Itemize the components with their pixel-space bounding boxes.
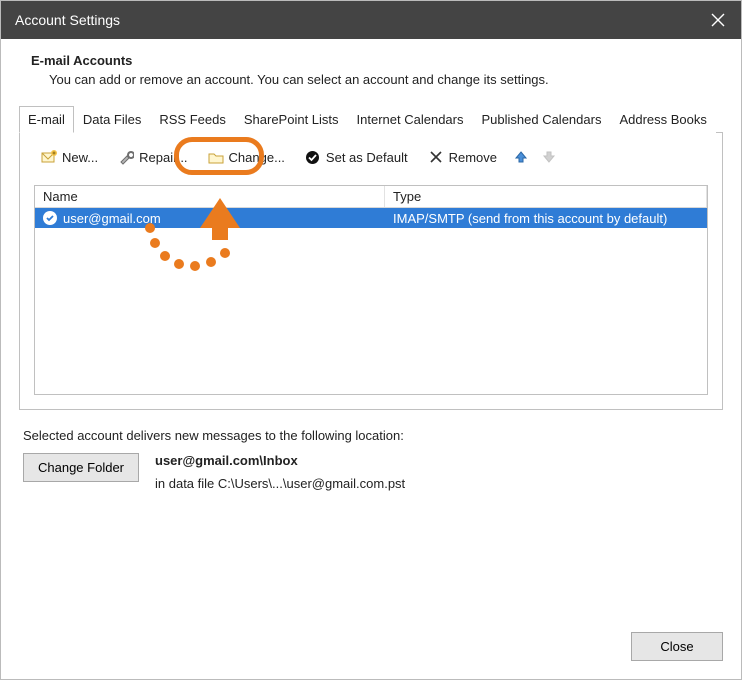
delivery-location: user@gmail.com\Inbox bbox=[155, 453, 405, 468]
change-account-button[interactable]: Change... bbox=[201, 145, 292, 169]
new-mail-icon bbox=[41, 149, 57, 165]
default-account-marker-icon bbox=[43, 211, 57, 225]
header-section: E-mail Accounts You can add or remove an… bbox=[1, 39, 741, 105]
page-subtitle: You can add or remove an account. You ca… bbox=[31, 72, 719, 87]
tabs: E-mail Data Files RSS Feeds SharePoint L… bbox=[1, 105, 741, 133]
move-down-button[interactable] bbox=[538, 145, 560, 169]
change-folder-button[interactable]: Change Folder bbox=[23, 453, 139, 482]
remove-icon bbox=[428, 149, 444, 165]
repair-icon bbox=[118, 149, 134, 165]
tab-rss-feeds[interactable]: RSS Feeds bbox=[150, 106, 234, 133]
change-account-label: Change... bbox=[229, 150, 285, 165]
column-header-name[interactable]: Name bbox=[35, 186, 385, 207]
account-type: IMAP/SMTP (send from this account by def… bbox=[385, 211, 707, 226]
dialog-footer: Close bbox=[1, 618, 741, 679]
grid-header: Name Type bbox=[35, 186, 707, 208]
tab-panel-email: New... Repair... Change... Set as Defaul… bbox=[19, 133, 723, 410]
folder-icon bbox=[208, 149, 224, 165]
account-settings-window: Account Settings E-mail Accounts You can… bbox=[0, 0, 742, 680]
accounts-grid: Name Type user@gmail.com IMAP/SMTP (send… bbox=[34, 185, 708, 395]
tab-data-files[interactable]: Data Files bbox=[74, 106, 151, 133]
close-icon[interactable] bbox=[709, 11, 727, 29]
delivery-caption: Selected account delivers new messages t… bbox=[23, 428, 719, 443]
account-name: user@gmail.com bbox=[63, 211, 161, 226]
delivery-section: Selected account delivers new messages t… bbox=[1, 410, 741, 495]
set-default-button[interactable]: Set as Default bbox=[298, 145, 415, 169]
set-default-label: Set as Default bbox=[326, 150, 408, 165]
tab-sharepoint-lists[interactable]: SharePoint Lists bbox=[235, 106, 348, 133]
check-circle-icon bbox=[305, 149, 321, 165]
close-button[interactable]: Close bbox=[631, 632, 723, 661]
delivery-datafile: in data file C:\Users\...\user@gmail.com… bbox=[155, 476, 405, 491]
toolbar: New... Repair... Change... Set as Defaul… bbox=[34, 145, 708, 169]
tab-internet-calendars[interactable]: Internet Calendars bbox=[348, 106, 473, 133]
arrow-down-icon bbox=[541, 149, 557, 165]
new-account-button[interactable]: New... bbox=[34, 145, 105, 169]
tab-address-books[interactable]: Address Books bbox=[610, 106, 715, 133]
remove-account-button[interactable]: Remove bbox=[421, 145, 504, 169]
window-title: Account Settings bbox=[15, 12, 120, 28]
column-header-type[interactable]: Type bbox=[385, 186, 707, 207]
new-account-label: New... bbox=[62, 150, 98, 165]
move-up-button[interactable] bbox=[510, 145, 532, 169]
delivery-info: user@gmail.com\Inbox in data file C:\Use… bbox=[155, 453, 405, 491]
tab-email[interactable]: E-mail bbox=[19, 106, 74, 133]
arrow-up-icon bbox=[513, 149, 529, 165]
grid-body: user@gmail.com IMAP/SMTP (send from this… bbox=[35, 208, 707, 394]
repair-account-button[interactable]: Repair... bbox=[111, 145, 194, 169]
page-title: E-mail Accounts bbox=[31, 53, 719, 68]
remove-account-label: Remove bbox=[449, 150, 497, 165]
tab-published-calendars[interactable]: Published Calendars bbox=[472, 106, 610, 133]
titlebar: Account Settings bbox=[1, 1, 741, 39]
repair-account-label: Repair... bbox=[139, 150, 187, 165]
account-row[interactable]: user@gmail.com IMAP/SMTP (send from this… bbox=[35, 208, 707, 228]
